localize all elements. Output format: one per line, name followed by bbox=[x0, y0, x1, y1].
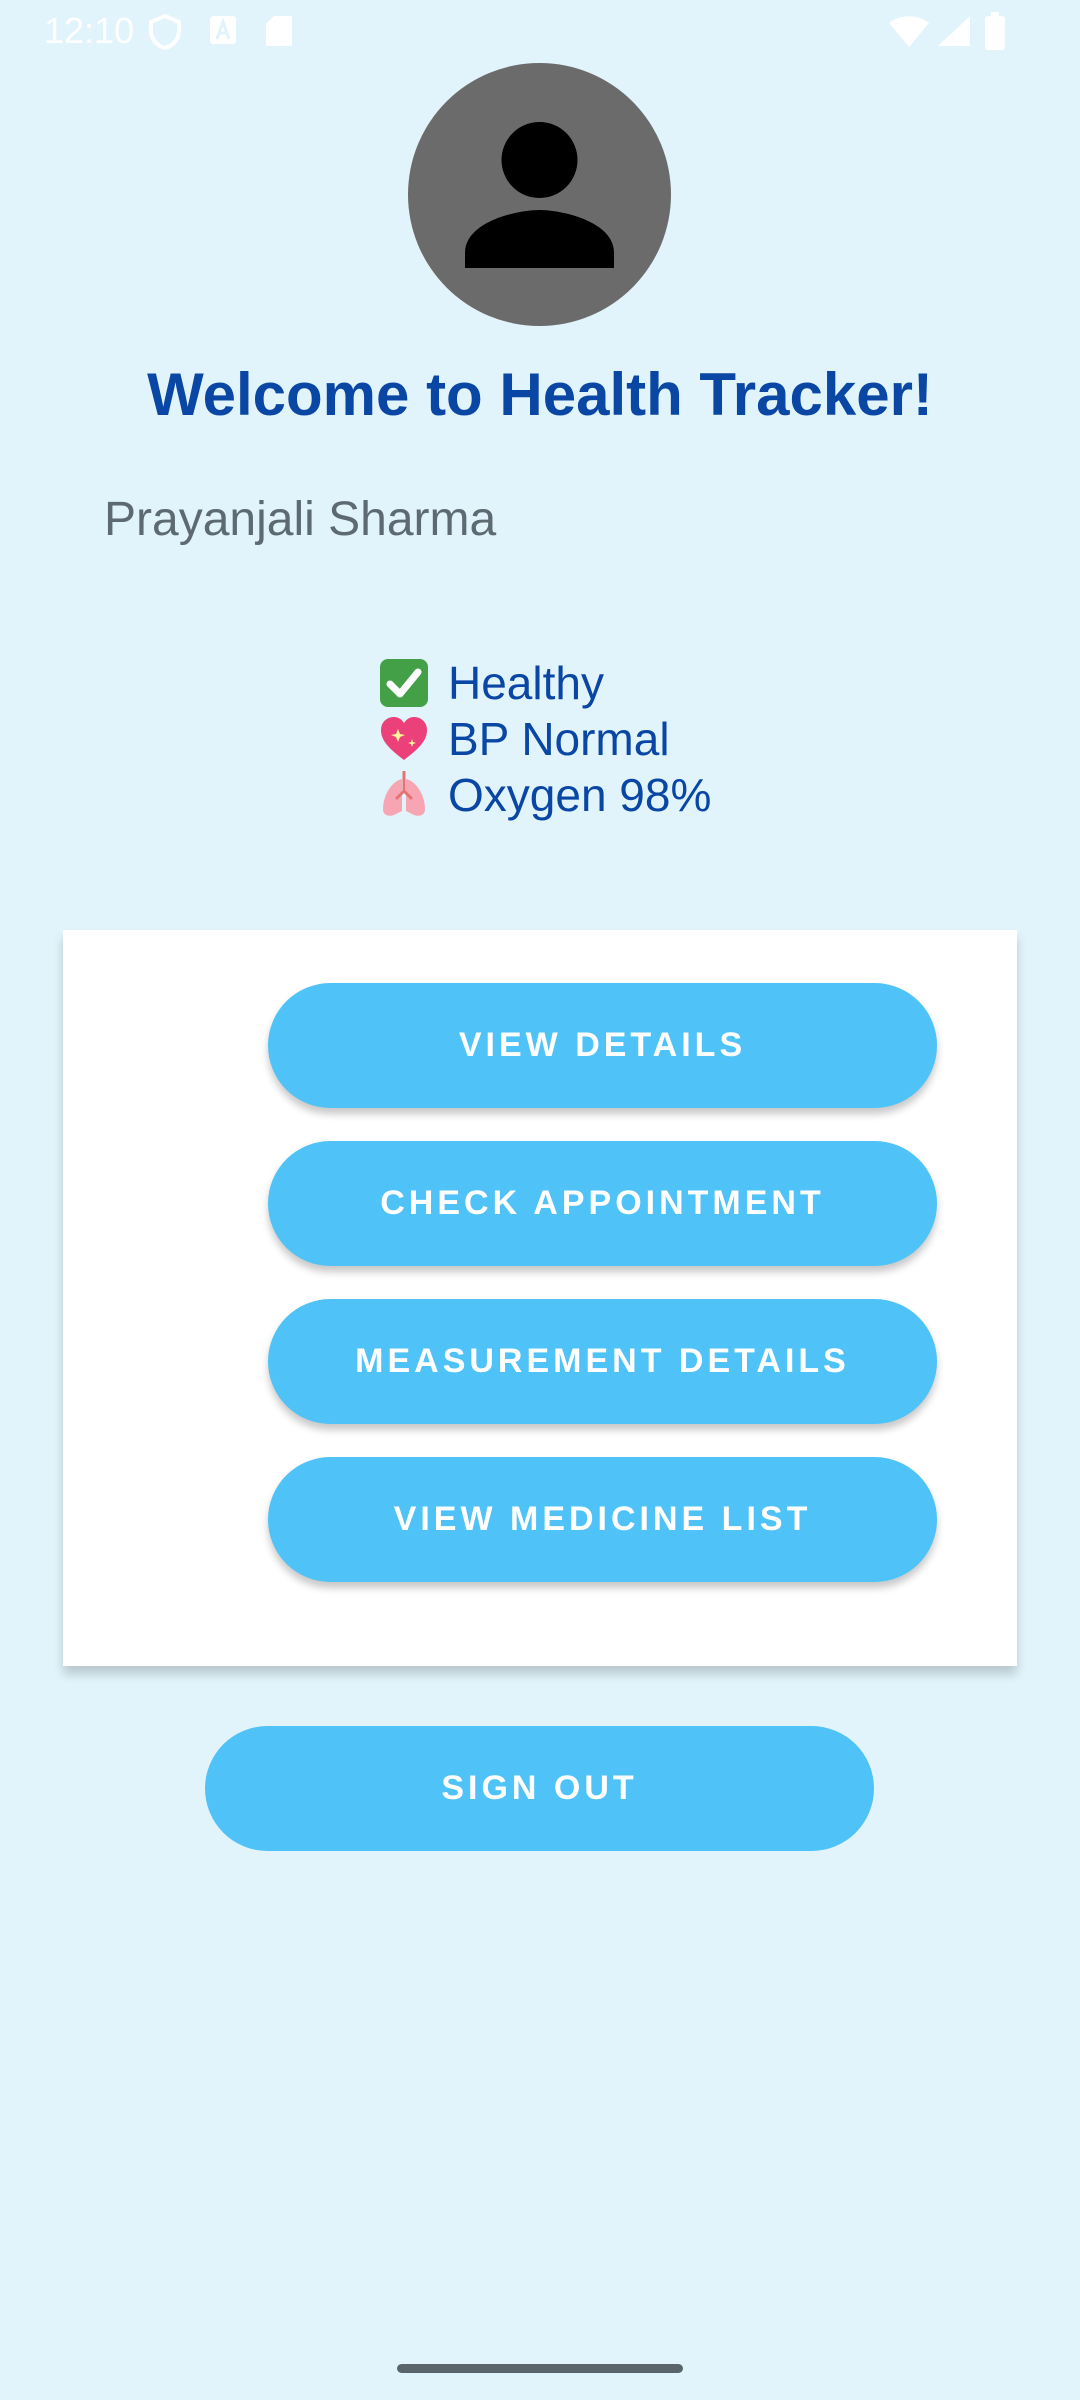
shield-icon bbox=[148, 13, 182, 55]
a-letter-icon bbox=[208, 14, 238, 51]
status-bp-label: BP Normal bbox=[448, 713, 670, 765]
sign-out-button[interactable]: SIGN OUT bbox=[205, 1726, 874, 1851]
check-appointment-button[interactable]: CHECK APPOINTMENT bbox=[268, 1141, 937, 1266]
status-time: 12:10 bbox=[44, 10, 135, 51]
user-name: Prayanjali Sharma bbox=[104, 493, 497, 546]
status-oxygen-label: Oxygen 98% bbox=[448, 769, 712, 821]
measurement-details-button[interactable]: MEASUREMENT DETAILS bbox=[268, 1299, 937, 1424]
health-status-list: Healthy BP Normal Oxygen 98% bbox=[378, 655, 711, 823]
status-oxygen: Oxygen 98% bbox=[378, 767, 711, 823]
sd-card-icon bbox=[264, 14, 294, 53]
wifi-icon bbox=[888, 14, 930, 53]
avatar bbox=[408, 63, 671, 326]
view-details-button[interactable]: VIEW DETAILS bbox=[268, 983, 937, 1108]
actions-card: VIEW DETAILS CHECK APPOINTMENT MEASUREME… bbox=[63, 930, 1017, 1666]
status-bar: 12:10 bbox=[0, 0, 1080, 62]
view-medicine-list-button[interactable]: VIEW MEDICINE LIST bbox=[268, 1457, 937, 1582]
lungs-icon bbox=[378, 769, 430, 821]
signal-icon bbox=[936, 14, 972, 53]
status-healthy-label: Healthy bbox=[448, 657, 604, 709]
home-indicator[interactable] bbox=[397, 2364, 683, 2373]
status-bp: BP Normal bbox=[378, 711, 711, 767]
sparkling-heart-icon bbox=[378, 713, 430, 765]
battery-icon bbox=[984, 12, 1006, 55]
check-mark-icon bbox=[378, 657, 430, 709]
person-icon bbox=[465, 122, 614, 268]
status-healthy: Healthy bbox=[378, 655, 711, 711]
page-title: Welcome to Health Tracker! bbox=[147, 361, 933, 428]
